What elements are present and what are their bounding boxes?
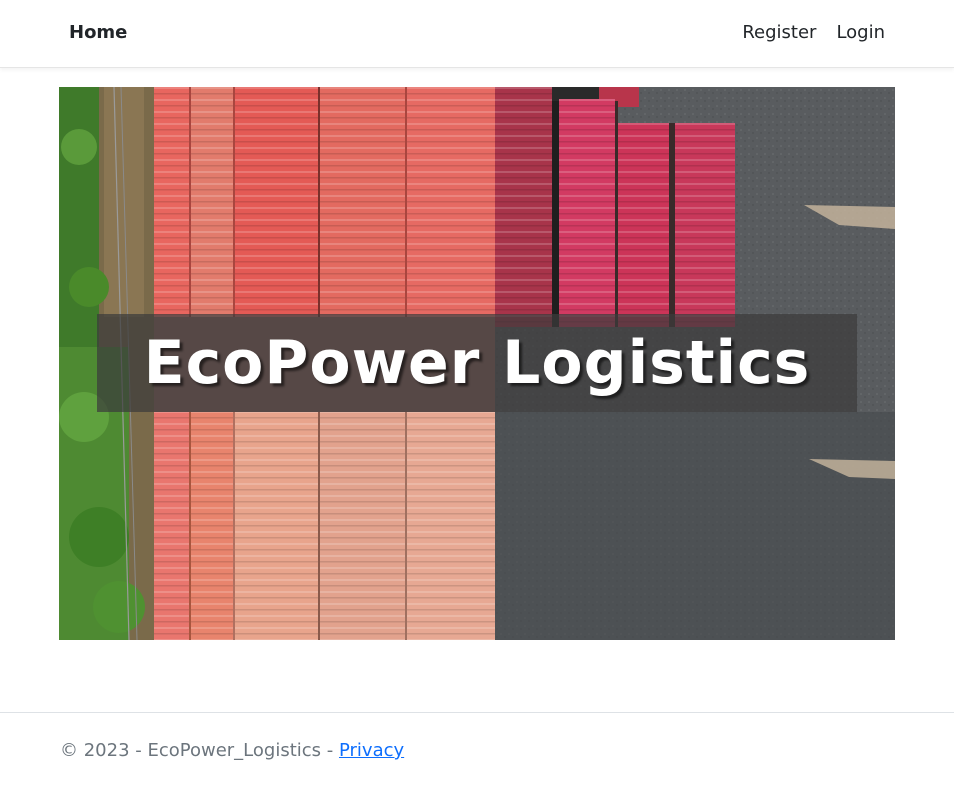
hero-image: EcoPower Logistics [59, 87, 895, 640]
register-link[interactable]: Register [742, 22, 816, 43]
hero-title-banner: EcoPower Logistics [97, 314, 857, 412]
hero-title: EcoPower Logistics [143, 328, 811, 398]
footer: © 2023 - EcoPower_Logistics - Privacy [0, 712, 954, 785]
navbar: Home Register Login [0, 0, 954, 68]
privacy-link[interactable]: Privacy [339, 740, 404, 761]
home-link[interactable]: Home [69, 22, 127, 43]
nav-links: Register Login [742, 22, 885, 43]
login-link[interactable]: Login [836, 22, 885, 43]
copyright-text: © 2023 - EcoPower_Logistics - [60, 740, 339, 761]
footer-text: © 2023 - EcoPower_Logistics - Privacy [60, 740, 404, 761]
